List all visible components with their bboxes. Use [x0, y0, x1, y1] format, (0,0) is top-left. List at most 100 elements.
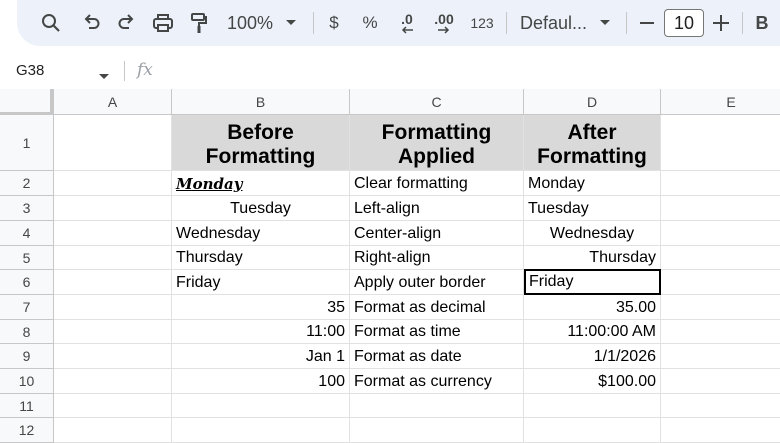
- cell-d11[interactable]: [524, 394, 661, 418]
- paint-format-icon[interactable]: [185, 9, 213, 37]
- row-header-9[interactable]: 9: [0, 344, 54, 369]
- cell-e9[interactable]: [661, 344, 780, 369]
- cell-a11[interactable]: [54, 394, 172, 418]
- search-icon[interactable]: [37, 9, 65, 37]
- bold-button[interactable]: B: [752, 9, 772, 37]
- font-size-input[interactable]: 10: [664, 9, 704, 37]
- cell-b12[interactable]: [172, 418, 350, 443]
- percent-format-button[interactable]: %: [360, 9, 380, 37]
- cell-c9[interactable]: Format as date: [350, 344, 524, 369]
- cell-c8[interactable]: Format as time: [350, 320, 524, 344]
- row-header-7[interactable]: 7: [0, 295, 54, 320]
- cell-a8[interactable]: [54, 320, 172, 344]
- chevron-down-icon[interactable]: [283, 9, 299, 37]
- row-header-1[interactable]: 1: [0, 115, 54, 171]
- cell-b1[interactable]: Before Formatting: [172, 115, 350, 171]
- cell-b11[interactable]: [172, 394, 350, 418]
- row-header-2[interactable]: 2: [0, 171, 54, 196]
- cell-a1[interactable]: [54, 115, 172, 171]
- cell-c3[interactable]: Left-align: [350, 196, 524, 221]
- number-format-button[interactable]: 123: [468, 9, 496, 37]
- arrow-right-icon: [438, 26, 450, 34]
- cell-c4[interactable]: Center-align: [350, 221, 524, 246]
- toolbar-divider: [626, 12, 627, 34]
- cell-b9[interactable]: Jan 1: [172, 344, 350, 369]
- cell-d9[interactable]: 1/1/2026: [524, 344, 661, 369]
- cell-d5[interactable]: Thursday: [524, 246, 661, 270]
- cell-a12[interactable]: [54, 418, 172, 443]
- column-header-e[interactable]: E: [661, 89, 780, 115]
- column-header-d[interactable]: D: [524, 89, 661, 115]
- cell-b7[interactable]: 35: [172, 295, 350, 320]
- cell-d10[interactable]: $100.00: [524, 369, 661, 394]
- cell-c6[interactable]: Apply outer border: [350, 270, 524, 295]
- row-header-11[interactable]: 11: [0, 394, 54, 418]
- cell-e12[interactable]: [661, 418, 780, 443]
- increase-decimal-button[interactable]: .00: [431, 9, 457, 37]
- cell-e10[interactable]: [661, 369, 780, 394]
- column-header-b[interactable]: B: [172, 89, 350, 115]
- chevron-down-icon[interactable]: [99, 67, 109, 85]
- cell-d4[interactable]: Wednesday: [524, 221, 661, 246]
- row-header-4[interactable]: 4: [0, 221, 54, 246]
- cell-e5[interactable]: [661, 246, 780, 270]
- currency-format-button[interactable]: $: [325, 9, 343, 37]
- cell-e4[interactable]: [661, 221, 780, 246]
- column-header-a[interactable]: A: [54, 89, 172, 115]
- row-header-12[interactable]: 12: [0, 418, 54, 443]
- font-family-select[interactable]: Defaul...: [520, 9, 592, 37]
- cell-a5[interactable]: [54, 246, 172, 270]
- zoom-select[interactable]: 100%: [226, 9, 274, 37]
- cell-c11[interactable]: [350, 394, 524, 418]
- row-header-10[interactable]: 10: [0, 369, 54, 394]
- cell-b2[interactable]: Monday: [172, 171, 350, 196]
- undo-icon[interactable]: [77, 9, 105, 37]
- row-header-8[interactable]: 8: [0, 320, 54, 344]
- cell-a4[interactable]: [54, 221, 172, 246]
- row-header-6[interactable]: 6: [0, 270, 54, 295]
- cell-e8[interactable]: [661, 320, 780, 344]
- cell-d1[interactable]: After Formatting: [524, 115, 661, 171]
- cell-c12[interactable]: [350, 418, 524, 443]
- redo-icon[interactable]: [113, 9, 141, 37]
- cell-a2[interactable]: [54, 171, 172, 196]
- cell-d3[interactable]: Tuesday: [524, 196, 661, 221]
- column-header-c[interactable]: C: [350, 89, 524, 115]
- row-header-3[interactable]: 3: [0, 196, 54, 221]
- cell-c1[interactable]: Formatting Applied: [350, 115, 524, 171]
- row-header-5[interactable]: 5: [0, 246, 54, 270]
- cell-a6[interactable]: [54, 270, 172, 295]
- name-box[interactable]: G38: [16, 62, 44, 79]
- cell-e6[interactable]: [661, 270, 780, 295]
- cell-b5[interactable]: Thursday: [172, 246, 350, 270]
- cell-a9[interactable]: [54, 344, 172, 369]
- cell-b6[interactable]: Friday: [172, 270, 350, 295]
- cell-c5[interactable]: Right-align: [350, 246, 524, 270]
- cell-b10[interactable]: 100: [172, 369, 350, 394]
- cell-a3[interactable]: [54, 196, 172, 221]
- formula-input[interactable]: [170, 60, 770, 82]
- cell-d6[interactable]: Friday: [524, 269, 661, 295]
- cell-d12[interactable]: [524, 418, 661, 443]
- cell-e2[interactable]: [661, 171, 780, 196]
- cell-b4[interactable]: Wednesday: [172, 221, 350, 246]
- cell-e3[interactable]: [661, 196, 780, 221]
- cell-a10[interactable]: [54, 369, 172, 394]
- cell-e7[interactable]: [661, 295, 780, 320]
- cell-c7[interactable]: Format as decimal: [350, 295, 524, 320]
- cell-d7[interactable]: 35.00: [524, 295, 661, 320]
- cell-e11[interactable]: [661, 394, 780, 418]
- cell-d8[interactable]: 11:00:00 AM: [524, 320, 661, 344]
- plus-icon[interactable]: [710, 9, 732, 37]
- cell-a7[interactable]: [54, 295, 172, 320]
- cell-c10[interactable]: Format as currency: [350, 369, 524, 394]
- cell-c2[interactable]: Clear formatting: [350, 171, 524, 196]
- cell-e1[interactable]: [661, 115, 780, 171]
- minus-icon[interactable]: [636, 9, 658, 37]
- print-icon[interactable]: [149, 9, 177, 37]
- cell-b3[interactable]: Tuesday: [172, 196, 350, 221]
- cell-d2[interactable]: Monday: [524, 171, 661, 196]
- decrease-decimal-button[interactable]: .0: [394, 9, 420, 37]
- cell-b8[interactable]: 11:00: [172, 320, 350, 344]
- chevron-down-icon[interactable]: [597, 9, 613, 37]
